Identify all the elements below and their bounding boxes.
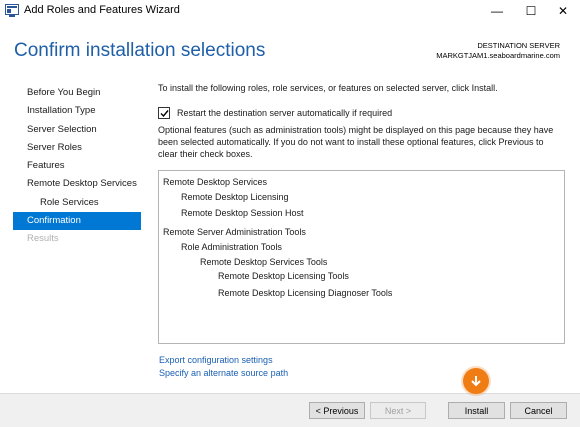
list-item-rds-tools: Remote Desktop Services Tools <box>200 257 328 267</box>
title-bar: Add Roles and Features Wizard — ☐ ✕ <box>0 0 580 22</box>
checkmark-icon <box>160 109 169 117</box>
maximize-button[interactable]: ☐ <box>514 0 548 22</box>
optional-features-note: Optional features (such as administratio… <box>158 125 554 159</box>
export-configuration-link[interactable]: Export configuration settings <box>159 355 273 365</box>
list-item-remote-desktop-services: Remote Desktop Services <box>163 177 268 187</box>
nav-item-installation-type[interactable]: Installation Type <box>13 102 141 120</box>
restart-option[interactable]: Restart the destination server automatic… <box>158 107 392 119</box>
minimize-button[interactable]: — <box>480 0 514 22</box>
selection-list[interactable]: Remote Desktop Services Remote Desktop L… <box>158 170 565 344</box>
window-title: Add Roles and Features Wizard <box>24 4 180 16</box>
next-button: Next > <box>370 402 426 419</box>
nav-item-remote-desktop-services[interactable]: Remote Desktop Services <box>13 175 141 193</box>
previous-button[interactable]: < Previous <box>309 402 365 419</box>
close-button[interactable]: ✕ <box>546 0 580 22</box>
wizard-footer: < Previous Next > Install Cancel <box>0 393 580 427</box>
nav-item-role-services[interactable]: Role Services <box>13 194 141 212</box>
restart-checkbox[interactable] <box>158 107 170 119</box>
list-item-rd-licensing-diagnoser: Remote Desktop Licensing Diagnoser Tools <box>218 288 393 298</box>
wizard-navigation: Before You Begin Installation Type Serve… <box>13 84 141 249</box>
page-title: Confirm installation selections <box>14 40 266 61</box>
nav-item-before-you-begin[interactable]: Before You Begin <box>13 84 141 102</box>
list-item-rd-licensing: Remote Desktop Licensing <box>181 192 289 202</box>
arrow-down-icon <box>471 376 481 387</box>
destination-server-name: MARKGTJAM1.seaboardmarine.com <box>436 51 560 60</box>
list-item-role-admin-tools: Role Administration Tools <box>181 242 282 252</box>
nav-item-results: Results <box>27 233 59 245</box>
install-button[interactable]: Install <box>448 402 505 419</box>
nav-item-features[interactable]: Features <box>13 157 141 175</box>
cancel-button[interactable]: Cancel <box>510 402 567 419</box>
nav-item-server-selection[interactable]: Server Selection <box>13 121 141 139</box>
destination-server-label: DESTINATION SERVER <box>477 41 560 50</box>
list-item-rsat: Remote Server Administration Tools <box>163 227 306 237</box>
restart-checkbox-label[interactable]: Restart the destination server automatic… <box>177 108 392 118</box>
intro-text: To install the following roles, role ser… <box>158 83 498 93</box>
alternate-source-link[interactable]: Specify an alternate source path <box>159 368 288 378</box>
list-item-rd-session-host: Remote Desktop Session Host <box>181 208 304 218</box>
highlight-marker <box>463 368 489 394</box>
nav-item-server-roles[interactable]: Server Roles <box>13 139 141 157</box>
list-item-rd-licensing-tools: Remote Desktop Licensing Tools <box>218 271 349 281</box>
nav-item-confirmation[interactable]: Confirmation <box>13 212 141 231</box>
server-manager-icon <box>5 4 19 17</box>
